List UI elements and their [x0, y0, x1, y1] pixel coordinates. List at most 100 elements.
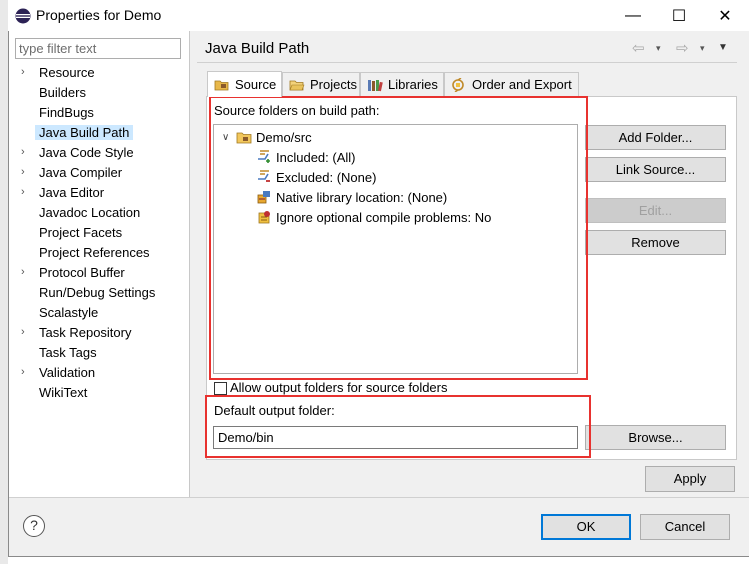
default-output-folder-input[interactable]: [213, 426, 578, 449]
forward-dropdown-icon[interactable]: ▾: [700, 43, 705, 54]
package-folder-icon: [236, 132, 252, 144]
sidebar-item-label: Javadoc Location: [39, 205, 141, 220]
sidebar-item[interactable]: Project References: [9, 243, 190, 263]
ok-button[interactable]: OK: [541, 514, 631, 540]
tab-libraries-label: Libraries: [388, 77, 438, 92]
chevron-right-icon[interactable]: ›: [21, 146, 31, 158]
sidebar-item[interactable]: › Java Code Style: [9, 143, 190, 163]
tab-libraries[interactable]: Libraries: [360, 72, 444, 96]
maximize-icon: ☐: [671, 7, 687, 25]
add-folder-button[interactable]: Add Folder...: [585, 125, 726, 150]
allow-output-folders-label[interactable]: Allow output folders for source folders: [230, 380, 448, 395]
sidebar-item[interactable]: Task Tags: [9, 343, 190, 363]
eclipse-icon: [15, 8, 31, 24]
sidebar-item-label: Run/Debug Settings: [39, 285, 156, 300]
tab-projects[interactable]: Projects: [282, 72, 360, 96]
chevron-right-icon[interactable]: ›: [21, 326, 31, 338]
sidebar-item-label: Builders: [39, 85, 86, 100]
source-folder-icon: [214, 80, 229, 90]
sidebar-item[interactable]: › Protocol Buffer: [9, 263, 190, 283]
tree-included-label: Included: (All): [276, 149, 356, 165]
sidebar-item-label: Protocol Buffer: [39, 265, 125, 280]
chevron-right-icon[interactable]: ›: [21, 366, 31, 378]
tree-ignore-label: Ignore optional compile problems: No: [276, 209, 492, 225]
sidebar-item[interactable]: Project Facets: [9, 223, 190, 243]
source-folders-label: Source folders on build path:: [214, 103, 380, 118]
sidebar-item-label: Validation: [39, 365, 96, 380]
window-title: Properties for Demo: [36, 7, 162, 23]
help-icon[interactable]: ?: [23, 515, 45, 537]
view-menu-icon[interactable]: ▼: [718, 42, 728, 53]
sidebar-item[interactable]: › Task Repository: [9, 323, 190, 343]
chevron-right-icon[interactable]: ›: [21, 166, 31, 178]
sidebar-item-label: Java Code Style: [39, 145, 134, 160]
tab-order-and-export[interactable]: Order and Export: [444, 72, 579, 96]
minimize-button[interactable]: —: [610, 0, 656, 31]
remove-button[interactable]: Remove: [585, 230, 726, 255]
tab-order-label: Order and Export: [472, 77, 572, 92]
tree-row-included[interactable]: Included: (All): [256, 147, 355, 167]
filter-input[interactable]: [15, 38, 181, 59]
apply-button[interactable]: Apply: [645, 466, 735, 492]
chevron-right-icon[interactable]: ›: [21, 66, 31, 78]
sidebar-item-label: Java Editor: [39, 185, 105, 200]
sidebar-item[interactable]: FindBugs: [9, 103, 190, 123]
project-folder-icon: [289, 80, 305, 90]
sidebar-item-label: Task Tags: [39, 345, 97, 360]
sidebar-item[interactable]: Java Build Path: [9, 123, 190, 143]
tab-projects-label: Projects: [310, 77, 357, 92]
forward-arrow-icon[interactable]: ⇨: [676, 39, 689, 57]
tab-source[interactable]: Source: [207, 71, 282, 97]
tree-row-native-library[interactable]: Native library location: (None): [256, 187, 447, 207]
header-divider: [197, 62, 737, 63]
cancel-button[interactable]: Cancel: [640, 514, 730, 540]
chevron-right-icon[interactable]: ›: [21, 186, 31, 198]
maximize-button[interactable]: ☐: [656, 0, 702, 31]
tree-row-excluded[interactable]: Excluded: (None): [256, 167, 376, 187]
sidebar-item-label: WikiText: [39, 385, 88, 400]
sidebar-item[interactable]: › Validation: [9, 363, 190, 383]
tree-excluded-label: Excluded: (None): [276, 169, 377, 185]
tab-source-label: Source: [235, 77, 277, 92]
sidebar-item[interactable]: Builders: [9, 83, 190, 103]
excluded-filter-icon: [258, 170, 270, 182]
native-library-icon: [257, 191, 270, 204]
tree-row-ignore-optional[interactable]: Ignore optional compile problems: No: [256, 207, 491, 227]
background-window-strip: [0, 0, 8, 564]
back-dropdown-icon[interactable]: ▾: [656, 43, 661, 54]
close-button[interactable]: ✕: [702, 0, 748, 31]
link-source-button[interactable]: Link Source...: [585, 157, 726, 182]
sidebar-item[interactable]: Javadoc Location: [9, 203, 190, 223]
sidebar-item-label: FindBugs: [39, 105, 94, 120]
ignore-problems-icon: [258, 211, 270, 224]
back-arrow-icon[interactable]: ⇦: [632, 39, 645, 57]
sidebar-item[interactable]: WikiText: [9, 383, 190, 403]
sidebar-item-label: Java Compiler: [39, 165, 123, 180]
allow-output-folders-checkbox[interactable]: [214, 382, 227, 395]
chevron-right-icon[interactable]: ›: [21, 266, 31, 278]
sidebar-item-label: Scalastyle: [39, 305, 99, 320]
sidebar-item[interactable]: › Resource: [9, 63, 190, 83]
tree-root-label: Demo/src: [256, 129, 312, 145]
sidebar-item[interactable]: Scalastyle: [9, 303, 190, 323]
tree-native-label: Native library location: (None): [276, 189, 448, 205]
sidebar-item-label: Resource: [39, 65, 95, 80]
minimize-icon: —: [625, 6, 641, 24]
tree-row-root[interactable]: ∨ Demo/src: [222, 127, 312, 147]
sidebar-item[interactable]: Run/Debug Settings: [9, 283, 190, 303]
source-folder-tree[interactable]: ∨ Demo/src Included: (All) Excluded: (No…: [213, 124, 578, 374]
chevron-down-icon: ∨: [222, 131, 230, 143]
edit-button[interactable]: Edit...: [585, 198, 726, 223]
close-icon: ✕: [718, 7, 732, 25]
sidebar-item-label: Task Repository: [39, 325, 132, 340]
page-title: Java Build Path: [205, 40, 310, 57]
order-export-icon: [452, 77, 464, 92]
sidebar-item[interactable]: › Java Editor: [9, 183, 190, 203]
browse-button[interactable]: Browse...: [585, 425, 726, 450]
sidebar-item[interactable]: › Java Compiler: [9, 163, 190, 183]
sidebar-item-label: Java Build Path: [35, 125, 134, 140]
libraries-icon: [368, 79, 383, 91]
footer-divider: [9, 497, 749, 498]
sidebar-item-label: Project References: [39, 245, 150, 260]
sidebar-item-label: Project Facets: [39, 225, 123, 240]
